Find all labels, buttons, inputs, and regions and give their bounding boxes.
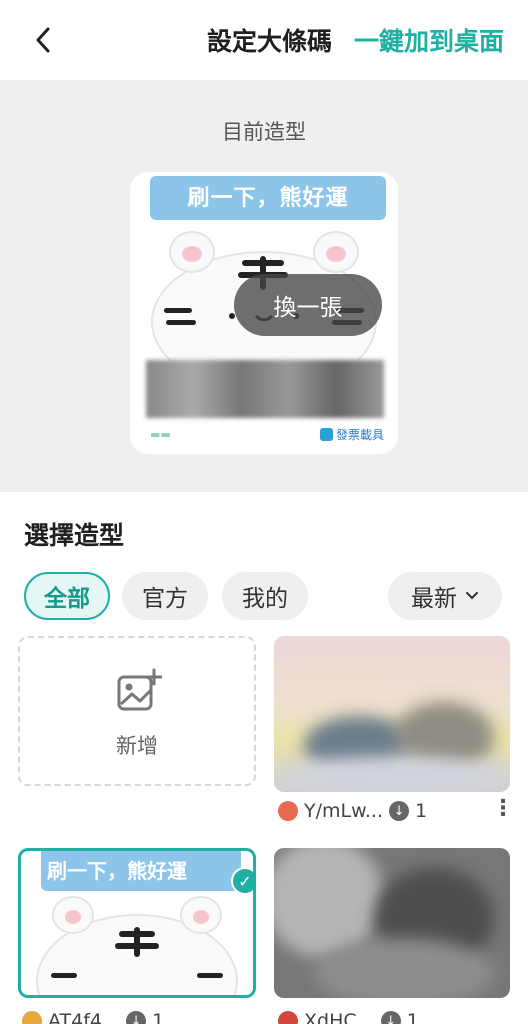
style-card-3[interactable] [274, 848, 510, 998]
gift-avatar-icon [278, 801, 298, 821]
preview-logo: ▬▬ [150, 428, 171, 441]
swap-style-button[interactable]: 換一張 [234, 274, 382, 336]
style-card-1-meta: Y/mLw... ↓ 1 [278, 798, 427, 824]
carrier-icon [319, 428, 333, 441]
carrier-badge: 發票載具 [319, 426, 384, 443]
style-card-2-meta: AT4f4... ↓ 1 [22, 1008, 164, 1024]
chevron-down-icon [466, 592, 478, 600]
avatar-icon [22, 1011, 42, 1024]
style-card-3-downloads: 1 [406, 1010, 419, 1024]
style-card-1-downloads: 1 [415, 800, 428, 822]
add-to-desktop-button[interactable]: 一鍵加到桌面 [354, 22, 504, 58]
carrier-label: 發票載具 [335, 428, 384, 442]
current-style-label: 目前造型 [222, 120, 306, 144]
preview-banner-text: 刷一下，熊好運 [187, 186, 349, 211]
download-icon: ↓ [380, 1011, 401, 1024]
style-card-3-meta: XdHC... ↓ 1 [278, 1008, 419, 1024]
download-icon: ↓ [389, 801, 410, 821]
avatar-icon [278, 1011, 298, 1024]
back-button[interactable] [26, 20, 60, 60]
top-bar: 設定大條碼 一鍵加到桌面 [0, 0, 528, 80]
style-card-2[interactable]: 刷一下，熊好運 ✓ [18, 848, 256, 998]
current-style-section: 目前造型 刷一下，熊好運 ▬▬ 發票載具 換一張 [0, 80, 528, 492]
style-card-3-author: XdHC... [304, 1010, 375, 1024]
style-card-2-author: AT4f4... [48, 1010, 121, 1024]
add-image-icon [117, 668, 162, 711]
style-card-1-author: Y/mLw... [304, 800, 384, 822]
style-card-1[interactable] [274, 636, 510, 792]
select-style-title: 選擇造型 [24, 521, 125, 550]
filter-all[interactable]: 全部 [24, 572, 110, 620]
tiger-illustration [36, 896, 238, 995]
sort-label: 最新 [411, 586, 457, 612]
add-style-label: 新增 [116, 734, 158, 758]
barcode-image [146, 360, 384, 418]
filter-official[interactable]: 官方 [122, 572, 208, 620]
style-card-2-banner-text: 刷一下，熊好運 [47, 859, 187, 883]
filter-mine[interactable]: 我的 [222, 572, 308, 620]
add-style-card[interactable]: 新增 [18, 636, 256, 786]
sort-dropdown[interactable]: 最新 [388, 572, 502, 620]
download-icon: ↓ [126, 1011, 147, 1024]
style-card-2-downloads: 1 [152, 1010, 165, 1024]
more-options-icon[interactable]: ⋮ [492, 796, 514, 821]
chevron-left-icon [36, 27, 50, 53]
selected-check-icon: ✓ [231, 867, 253, 895]
page-title: 設定大條碼 [206, 27, 332, 56]
